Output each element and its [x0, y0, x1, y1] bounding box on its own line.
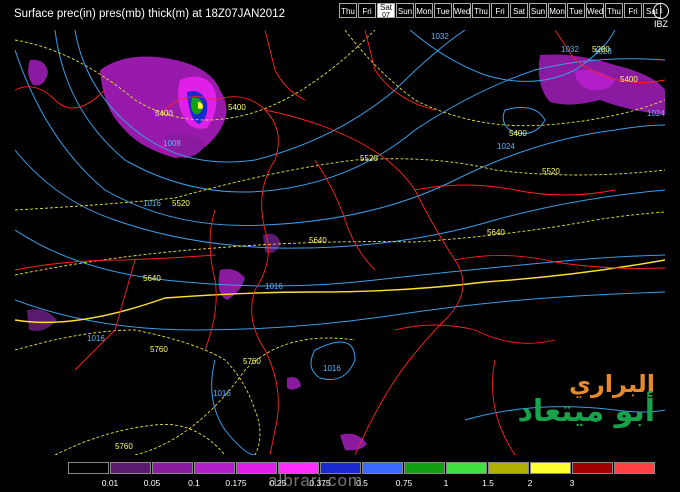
thick-label: 5520 — [360, 154, 378, 163]
legend-ticks: 0.01 0.05 0.1 0.175 0.25 0.375 0.5 0.75 1 1.5 2 3 — [68, 478, 668, 492]
thick-label: 5400 — [228, 103, 246, 112]
legend-swatch — [110, 462, 151, 474]
press-label: 1016 — [265, 282, 283, 291]
day-button-14[interactable]: Thu — [605, 3, 623, 18]
thick-label: 5520 — [172, 199, 190, 208]
day-button-8[interactable]: Fri — [491, 3, 509, 18]
legend-tick-label: 3 — [569, 478, 575, 488]
legend-swatch — [362, 462, 403, 474]
day-selector: Thu Fri Sat 07 Sun Mon Tue Wed Thu Fri Sat Sun Mon Tu… — [339, 3, 662, 19]
legend-tick-label: 0.1 — [188, 478, 200, 488]
legend-tick-label: 0.175 — [225, 478, 247, 488]
day-button-10[interactable]: Sun — [529, 3, 547, 18]
day-button-9[interactable]: Sat — [510, 3, 528, 18]
thick-label: 5760 — [243, 357, 261, 366]
press-label: 1024 — [647, 109, 665, 118]
legend-tick-label: 1 — [443, 478, 449, 488]
watermark-line2: أبو ميتعاد — [517, 394, 655, 429]
press-label: 1008 — [163, 139, 181, 148]
day-button-12[interactable]: Tue — [567, 3, 585, 18]
legend-swatch — [404, 462, 445, 474]
day-button-6[interactable]: Wed — [453, 3, 471, 18]
press-label: 1016 — [87, 334, 105, 343]
day-button-13[interactable]: Wed — [586, 3, 604, 18]
day-button-15[interactable]: Fri — [624, 3, 642, 18]
legend-tick-label: 0.05 — [143, 478, 161, 488]
legend-swatch — [194, 462, 235, 474]
day-button-4[interactable]: Mon — [415, 3, 433, 18]
day-button-0[interactable]: Thu — [339, 3, 357, 18]
press-label: 1024 — [497, 142, 515, 151]
press-label: 1016 — [323, 364, 341, 373]
legend-swatch — [614, 462, 655, 474]
info-icon: i — [653, 3, 669, 19]
day-button-3[interactable]: Sun — [396, 3, 414, 18]
day-button-1[interactable]: Fri — [358, 3, 376, 18]
thick-label: 5520 — [542, 167, 560, 176]
thick-label: 5400 — [155, 109, 173, 118]
thick-label: 5640 — [487, 228, 505, 237]
thick-label: 5280 — [592, 45, 610, 54]
legend-tick-label: 2 — [527, 478, 533, 488]
legend-swatch — [572, 462, 613, 474]
day-date: 07 — [382, 12, 390, 19]
thickness-5640-solid — [15, 259, 665, 324]
day-button-11[interactable]: Mon — [548, 3, 566, 18]
watermark-url: albrari.com — [268, 471, 364, 490]
press-label: 1032 — [431, 32, 449, 41]
thick-label: 5760 — [150, 345, 168, 354]
legend-swatch — [488, 462, 529, 474]
legend-tick-label: 0.01 — [101, 478, 119, 488]
legend-swatch — [530, 462, 571, 474]
day-button-5[interactable]: Tue — [434, 3, 452, 18]
legend-swatch — [152, 462, 193, 474]
thick-label: 5400 — [509, 129, 527, 138]
legend-swatch — [446, 462, 487, 474]
day-button-2[interactable]: Sat 07 — [377, 3, 395, 19]
press-label: 1032 — [561, 45, 579, 54]
thick-label: 5640 — [143, 274, 161, 283]
press-label: 1016 — [143, 199, 161, 208]
press-label: 1016 — [213, 389, 231, 398]
thick-label: 5760 — [115, 442, 133, 451]
map-title: Surface prec(in) pres(mb) thick(m) at 18… — [14, 8, 285, 20]
legend-tick-label: 0.75 — [395, 478, 413, 488]
thick-label: 5640 — [309, 236, 327, 245]
legend-swatch — [68, 462, 109, 474]
watermark: البراري أبو ميتعاد — [495, 370, 655, 429]
thick-label: 5400 — [620, 75, 638, 84]
legend-tick-label: 1.5 — [482, 478, 494, 488]
info-button[interactable]: i IBZ — [650, 3, 672, 29]
day-button-7[interactable]: Thu — [472, 3, 490, 18]
info-sub-label: IBZ — [653, 19, 668, 29]
